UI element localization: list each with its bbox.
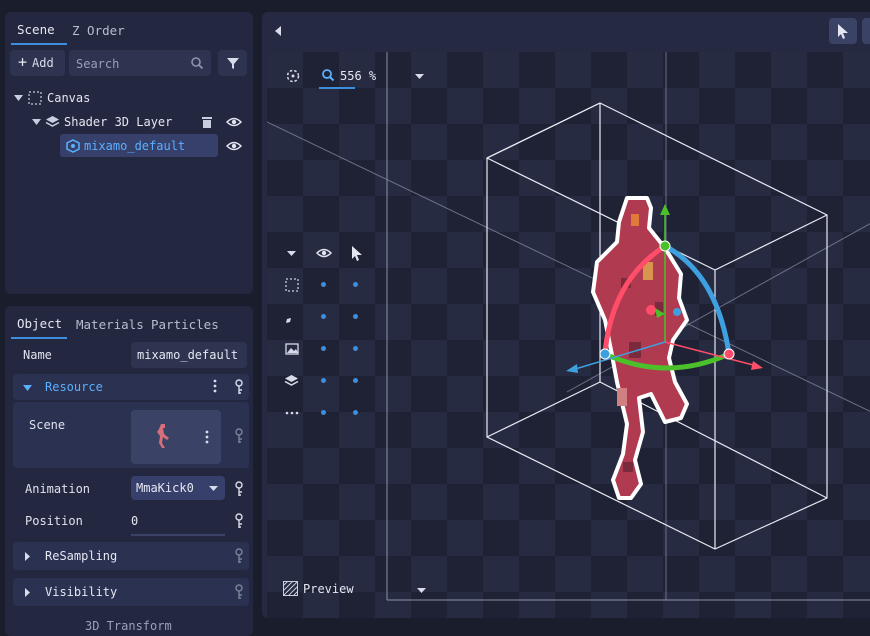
visibility-dot[interactable] (321, 346, 326, 351)
tree-label-canvas: Canvas (47, 91, 91, 105)
scene-thumbnail[interactable] (131, 410, 221, 464)
chevron-down-icon (417, 587, 426, 594)
key-icon[interactable] (234, 428, 244, 444)
caret-right-icon (24, 552, 31, 561)
zoom-value: 556 % (340, 69, 377, 83)
layer-visibility-toolbar (279, 236, 369, 426)
key-icon[interactable] (234, 548, 244, 564)
caret-down-icon[interactable] (32, 118, 41, 126)
key-icon[interactable] (234, 481, 244, 497)
name-value: mixamo_default (137, 348, 239, 362)
eye-icon[interactable] (226, 140, 242, 152)
active-tab-indicator (11, 337, 67, 339)
resource-section-title: Resource (45, 380, 103, 394)
select-tool-button[interactable] (829, 18, 857, 44)
search-field[interactable]: Search (69, 50, 211, 76)
select-dot[interactable] (353, 314, 358, 319)
visibility-dot[interactable] (321, 314, 326, 319)
plus-icon: + (18, 53, 28, 71)
resampling-section-header[interactable]: ReSampling (13, 542, 249, 570)
position-value: 0 (131, 514, 139, 528)
more-horizontal-icon[interactable] (285, 411, 299, 415)
key-icon[interactable] (234, 379, 244, 395)
select-dot[interactable] (353, 378, 358, 383)
visibility-section-title: Visibility (45, 585, 118, 599)
tree-label-node: mixamo_default (84, 139, 186, 153)
chevron-down-icon (209, 485, 218, 492)
inspector-panel: Object Materials Particles Name mixamo_d… (5, 306, 253, 636)
visibility-dot[interactable] (321, 282, 326, 287)
zoom-icon (321, 68, 335, 82)
zoom-dropdown-icon[interactable] (415, 73, 424, 80)
tree-item-mixamo-default[interactable]: mixamo_default (60, 134, 218, 157)
caret-down-icon (23, 384, 32, 392)
animation-select[interactable]: MmaKick0 (131, 476, 225, 500)
character-thumbnail-icon (154, 422, 172, 450)
filter-icon (226, 56, 240, 70)
tab-z-order[interactable]: Z Order (72, 23, 125, 38)
selection-icon[interactable] (285, 278, 299, 292)
viewport-panel: 556 % Preview (262, 12, 870, 618)
animation-value: MmaKick0 (136, 481, 194, 495)
eye-icon[interactable] (316, 247, 332, 259)
search-placeholder: Search (76, 57, 120, 71)
key-icon[interactable] (234, 584, 244, 600)
focus-icon[interactable] (286, 69, 300, 83)
preview-control[interactable]: Preview (281, 578, 431, 600)
viewport-canvas[interactable]: 556 % Preview (267, 52, 870, 618)
select-dot[interactable] (353, 346, 358, 351)
visibility-dot[interactable] (321, 410, 326, 415)
visibility-section-header[interactable]: Visibility (13, 578, 249, 606)
brush-icon[interactable] (285, 310, 299, 324)
trash-icon[interactable] (201, 115, 213, 129)
add-button-label: Add (32, 56, 54, 70)
tree-item-canvas[interactable]: Canvas (13, 90, 233, 108)
zoom-underline (319, 87, 355, 89)
animation-label: Animation (25, 482, 91, 496)
tab-scene[interactable]: Scene (17, 22, 55, 37)
position-field[interactable]: 0 (131, 508, 225, 536)
zoom-control[interactable]: 556 % (319, 66, 379, 89)
transform-section-title[interactable]: 3D Transform (85, 619, 172, 633)
resource-section-body: Scene (13, 402, 249, 468)
tree-item-shader-3d-layer[interactable]: Shader 3D Layer (13, 114, 249, 132)
preview-pattern-icon (283, 581, 298, 596)
more-vertical-icon[interactable] (213, 378, 217, 394)
resource-section-header[interactable]: Resource (13, 374, 249, 400)
node-3d-icon (66, 139, 80, 153)
eye-icon[interactable] (226, 116, 242, 128)
next-tool-button[interactable] (862, 18, 870, 44)
visibility-dot[interactable] (321, 378, 326, 383)
name-field[interactable]: mixamo_default (131, 342, 247, 368)
tab-materials[interactable]: Materials (76, 317, 144, 332)
scene-panel: Scene Z Order + Add Search Canvas Shader (5, 12, 253, 294)
tab-particles[interactable]: Particles (151, 317, 219, 332)
more-vertical-icon[interactable] (205, 429, 209, 445)
image-icon[interactable] (285, 342, 299, 356)
scene-label: Scene (29, 418, 66, 432)
key-icon[interactable] (234, 513, 244, 529)
select-dot[interactable] (353, 282, 358, 287)
caret-down-icon[interactable] (14, 94, 23, 102)
select-dot[interactable] (353, 410, 358, 415)
tree-label-layer: Shader 3D Layer (64, 115, 173, 129)
name-label: Name (23, 348, 52, 362)
cursor-icon (837, 23, 849, 39)
active-tab-indicator (11, 43, 67, 45)
tab-object[interactable]: Object (17, 316, 62, 331)
layers-icon[interactable] (284, 374, 299, 388)
layers-icon (45, 115, 60, 129)
position-label: Position (25, 514, 83, 528)
resampling-section-title: ReSampling (45, 549, 118, 563)
filter-button[interactable] (218, 50, 247, 76)
search-icon (190, 56, 204, 70)
collapse-left-icon[interactable] (275, 26, 282, 36)
add-button[interactable]: + Add (10, 50, 65, 76)
canvas-icon (28, 91, 42, 105)
cursor-icon[interactable] (351, 245, 363, 261)
caret-down-icon[interactable] (287, 250, 296, 257)
caret-right-icon (24, 588, 31, 597)
preview-label: Preview (303, 582, 354, 596)
